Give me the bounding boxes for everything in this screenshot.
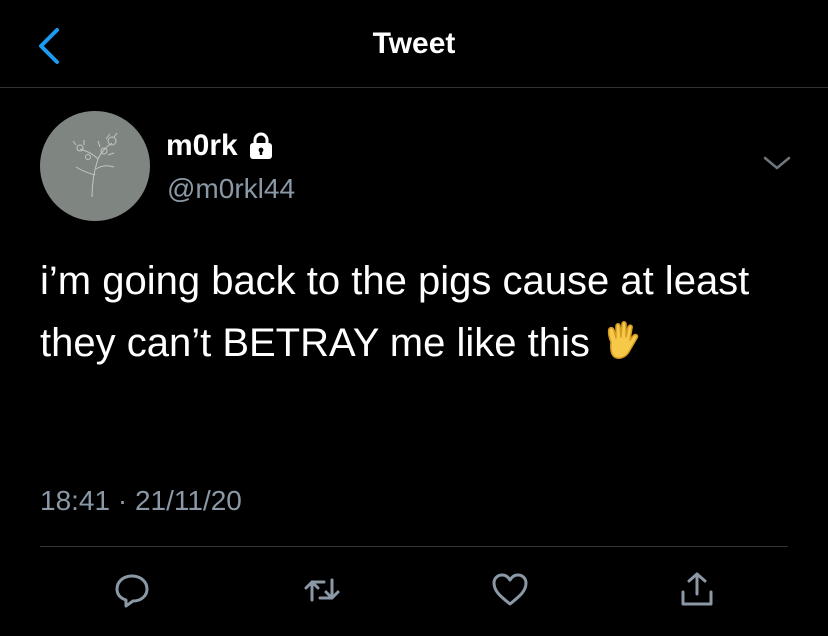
share-icon <box>681 572 713 606</box>
author-name-row[interactable]: m0rk <box>166 128 274 164</box>
tweet-body: i’m going back to the pigs cause at leas… <box>40 259 750 365</box>
raised-hand-emoji <box>602 318 640 360</box>
retweet-icon <box>304 578 340 602</box>
lock-icon <box>248 131 274 161</box>
page-title: Tweet <box>372 27 456 60</box>
author-handle[interactable]: @m0rkl44 <box>167 172 295 206</box>
more-options-button[interactable] <box>760 150 794 178</box>
tweet-timestamp: 18:41 · 21/11/20 <box>40 485 242 516</box>
divider <box>40 546 788 547</box>
reply-button[interactable] <box>112 570 152 610</box>
retweet-button[interactable] <box>302 570 342 610</box>
share-button[interactable] <box>677 570 717 610</box>
flower-sketch-icon <box>72 132 118 198</box>
like-button[interactable] <box>490 570 530 610</box>
heart-icon <box>492 573 528 606</box>
top-bar: Tweet <box>0 0 828 88</box>
chevron-down-icon <box>763 156 791 170</box>
tweet-text: i’m going back to the pigs cause at leas… <box>40 250 800 374</box>
display-name: m0rk <box>166 129 238 162</box>
avatar[interactable] <box>40 111 150 221</box>
reply-icon <box>115 574 149 608</box>
